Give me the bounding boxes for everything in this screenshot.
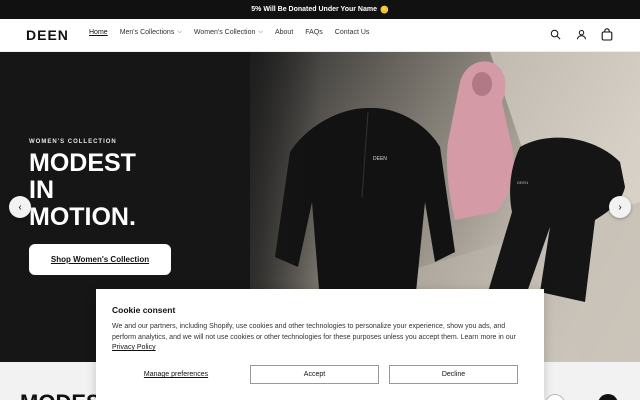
hero-eyebrow: WOMEN'S COLLECTION: [29, 139, 117, 145]
nav-faqs-label: FAQs: [305, 29, 323, 36]
cookie-actions: Manage preferences Accept Decline: [112, 365, 528, 384]
cookie-title: Cookie consent: [112, 305, 176, 315]
nav-home[interactable]: Home: [89, 29, 108, 36]
manage-preferences-button[interactable]: Manage preferences: [112, 365, 240, 384]
logo[interactable]: DEEN: [26, 27, 69, 43]
search-icon[interactable]: [548, 27, 562, 41]
nav-womens-collection[interactable]: Women's Collection ⌵: [194, 29, 263, 36]
photo-logo-top: DEEN: [373, 156, 387, 162]
chevron-right-icon: ›: [618, 201, 622, 213]
accept-button[interactable]: Accept: [250, 365, 379, 384]
header-icons: [548, 27, 614, 41]
slide-next-button[interactable]: ›: [609, 196, 631, 218]
hero-heading: MODEST IN MOTION.: [29, 150, 229, 231]
carousel-prev-button[interactable]: [545, 394, 565, 400]
cookie-body-text: We and our partners, including Shopify, …: [112, 323, 516, 341]
featured-section-heading: MODES: [20, 390, 101, 400]
nav-mens-collections[interactable]: Men's Collections ⌵: [120, 29, 182, 36]
hero-heading-line-3: MOTION.: [29, 203, 136, 231]
hero-heading-line-2: IN: [29, 176, 54, 204]
decline-button[interactable]: Decline: [389, 365, 518, 384]
announcement-text: 5% Will Be Donated Under Your Name: [251, 6, 377, 13]
nav-about[interactable]: About: [275, 29, 293, 36]
chevron-down-icon: ⌵: [258, 29, 263, 35]
nav-about-label: About: [274, 29, 294, 36]
main-nav: Home Men's Collections ⌵ Women's Collecti…: [89, 29, 369, 36]
hood-opening: [472, 72, 492, 96]
cart-icon[interactable]: [600, 27, 614, 41]
chevron-down-icon: ⌵: [177, 29, 182, 35]
photo-logo-pants: DEEN: [517, 180, 528, 185]
site-header: DEEN Home Men's Collections ⌵ Women's Col…: [0, 19, 640, 52]
carousel-next-button[interactable]: [598, 394, 618, 400]
privacy-policy-link[interactable]: Privacy Policy: [112, 344, 156, 351]
chevron-left-icon: ‹: [18, 201, 22, 213]
nav-contact-label: Contact Us: [334, 29, 370, 36]
nav-home-label: Home: [89, 29, 108, 36]
nav-contact-us[interactable]: Contact Us: [335, 29, 370, 36]
slide-prev-button[interactable]: ‹: [9, 196, 31, 218]
announcement-bar: 5% Will Be Donated Under Your Name 🪙: [0, 0, 640, 19]
cookie-body: We and our partners, including Shopify, …: [112, 322, 527, 354]
coin-icon: 🪙: [379, 6, 389, 14]
nav-mens-label: Men's Collections: [119, 29, 175, 36]
shop-womens-collection-button[interactable]: Shop Women's Collection: [29, 244, 171, 275]
nav-womens-label: Women's Collection: [193, 29, 256, 36]
hero-heading-line-1: MODEST: [29, 149, 136, 177]
cookie-consent-banner: Cookie consent We and our partners, incl…: [96, 289, 544, 400]
nav-faqs[interactable]: FAQs: [305, 29, 323, 36]
account-icon[interactable]: [574, 27, 588, 41]
